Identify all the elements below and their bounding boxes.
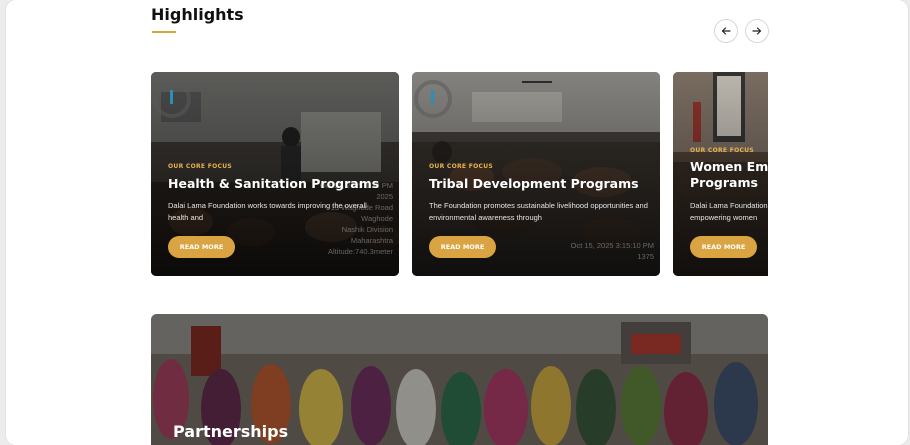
carousel-next-button[interactable]	[745, 19, 769, 43]
title-underline	[152, 31, 176, 33]
card-description: The Foundation promotes sustainable live…	[429, 201, 648, 222]
read-more-button[interactable]: READ MORE	[429, 236, 496, 258]
read-more-button[interactable]: READ MORE	[690, 236, 757, 258]
card-title: Tribal Development Programs	[429, 176, 639, 191]
card-title: Women Em Programs	[690, 159, 768, 190]
partnerships-banner[interactable]: Partnerships	[151, 314, 768, 445]
arrow-right-icon	[752, 27, 762, 35]
compass-badge-icon	[414, 80, 452, 118]
card-title: Health & Sanitation Programs	[168, 176, 380, 191]
read-more-button[interactable]: READ MORE	[168, 236, 235, 258]
highlight-card-tribal[interactable]: Oct 15, 2025 3:15:10 PM 1375 OUR CORE FO…	[412, 72, 660, 276]
highlight-card-health[interactable]: Oct 15, 2025 1:32 PM 2025 13 Waghode Roa…	[151, 72, 399, 276]
card-description: Dalai Lama Foundation works towards impr…	[168, 201, 367, 222]
carousel-prev-button[interactable]	[714, 19, 738, 43]
card-eyebrow: OUR CORE FOCUS	[690, 147, 754, 154]
card-eyebrow: OUR CORE FOCUS	[429, 163, 493, 170]
compass-badge-icon	[153, 80, 191, 118]
highlights-carousel: Oct 15, 2025 1:32 PM 2025 13 Waghode Roa…	[151, 72, 768, 276]
highlight-card-women[interactable]: OUR CORE FOCUS Women Em Programs Dalai L…	[673, 72, 768, 276]
card-description: Dalai Lama Foundation empowering women	[690, 201, 768, 222]
section-title: Highlights	[151, 5, 244, 24]
photo-timestamp: Oct 15, 2025 3:15:10 PM 1375	[570, 241, 654, 261]
arrow-left-icon	[721, 27, 731, 35]
card-eyebrow: OUR CORE FOCUS	[168, 163, 232, 170]
partnerships-title: Partnerships	[173, 422, 289, 441]
